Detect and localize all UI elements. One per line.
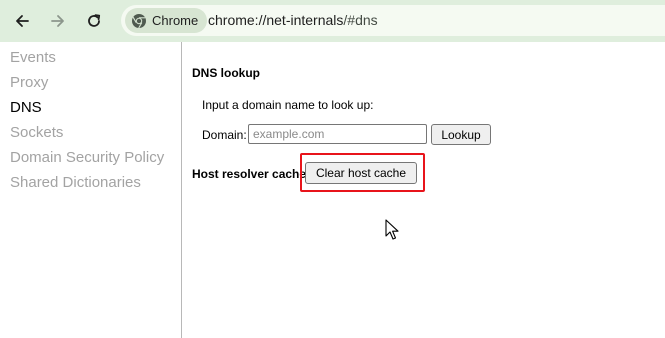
lookup-prompt: Input a domain name to look up:	[202, 98, 374, 112]
arrow-left-icon	[16, 15, 29, 27]
sidebar: Events Proxy DNS Sockets Domain Security…	[0, 42, 182, 338]
browser-toolbar: Chrome chrome://net-internals/#dns	[0, 0, 665, 42]
sidebar-item-sockets[interactable]: Sockets	[10, 124, 63, 141]
site-chip[interactable]: Chrome	[125, 8, 208, 33]
host-resolver-cache-label: Host resolver cache	[192, 167, 307, 181]
domain-label: Domain:	[202, 128, 247, 142]
chrome-logo-icon	[132, 13, 146, 28]
mouse-pointer-icon	[385, 219, 399, 240]
back-button[interactable]	[8, 7, 36, 35]
url-host: chrome://net-internals	[208, 12, 344, 28]
sidebar-item-proxy[interactable]: Proxy	[10, 74, 48, 91]
sidebar-item-shared-dictionaries[interactable]: Shared Dictionaries	[10, 174, 141, 191]
dns-panel: DNS lookup Input a domain name to look u…	[182, 42, 665, 338]
lookup-button[interactable]: Lookup	[431, 124, 491, 145]
sidebar-item-domain-security-policy[interactable]: Domain Security Policy	[10, 149, 164, 166]
arrow-right-icon	[51, 15, 64, 27]
highlight-box	[300, 153, 425, 192]
site-chip-label: Chrome	[152, 13, 199, 28]
url-hash: /#dns	[343, 12, 378, 28]
sidebar-item-dns[interactable]: DNS	[10, 99, 42, 116]
domain-input[interactable]	[248, 124, 427, 144]
sidebar-item-events[interactable]: Events	[10, 49, 56, 66]
address-bar[interactable]: Chrome chrome://net-internals/#dns	[121, 5, 665, 36]
reload-icon	[88, 14, 101, 27]
dns-lookup-title: DNS lookup	[192, 66, 260, 80]
forward-button[interactable]	[44, 7, 72, 35]
reload-button[interactable]	[80, 7, 108, 35]
url-text[interactable]: chrome://net-internals/#dns	[208, 12, 378, 28]
